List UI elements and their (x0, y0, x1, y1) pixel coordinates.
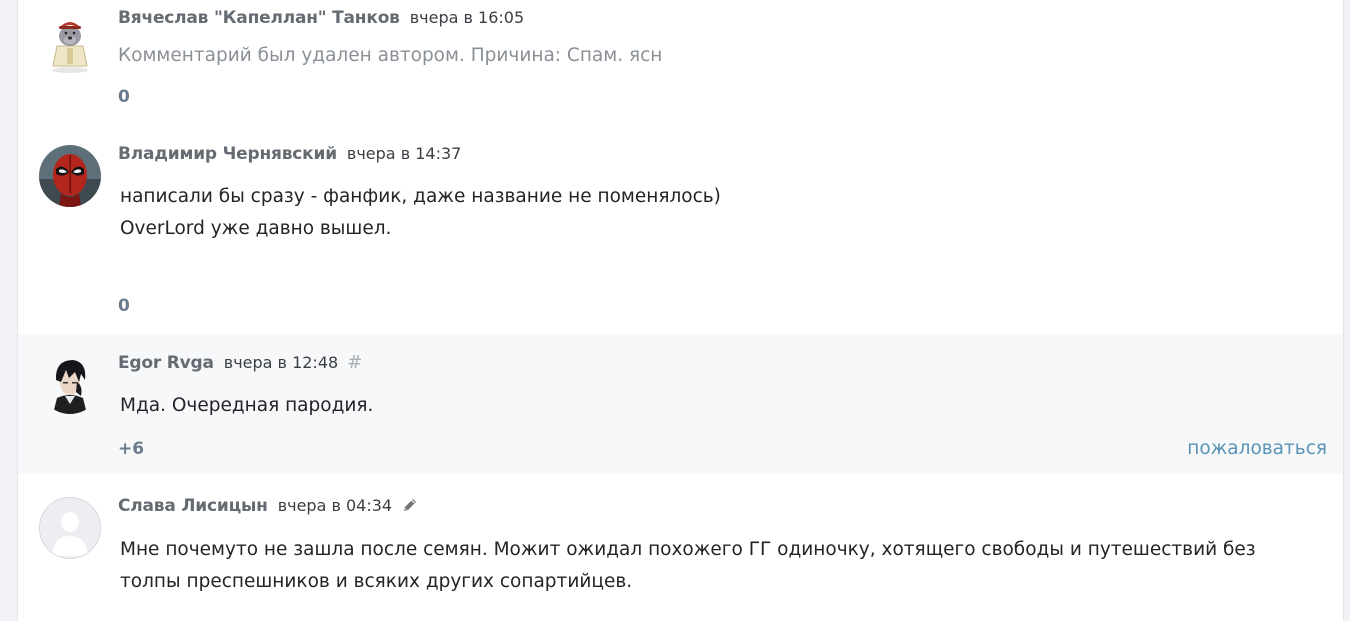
comment-text-line: OverLord уже давно вышел. (120, 218, 392, 239)
permalink-hash[interactable]: # (347, 352, 362, 373)
comment-item: Egor Rvga вчера в 12:48 # Мда. Очередная п… (18, 334, 1343, 474)
report-link[interactable]: пожаловаться (1187, 438, 1327, 459)
rating-value[interactable]: 0 (118, 296, 130, 316)
avatar[interactable] (39, 497, 101, 559)
comments-list: Вячеслав "Капеллан" Танков вчера в 16:05 … (17, 0, 1344, 621)
author-name[interactable]: Владимир Чернявский (118, 144, 337, 164)
comment-date[interactable]: вчера в 04:34 (278, 496, 392, 515)
comment-item: Владимир Чернявский вчера в 14:37 написал… (18, 126, 1343, 334)
comment-text-line: Мне почемуто не зашла после семян. Можит… (120, 539, 1256, 560)
comment-date[interactable]: вчера в 14:37 (347, 144, 461, 163)
avatar[interactable] (39, 352, 101, 414)
comment-text-line: толпы преспешников и всяких других сопар… (120, 571, 633, 592)
author-name[interactable]: Вячеслав "Капеллан" Танков (118, 8, 400, 28)
rating-value[interactable]: +6 (118, 439, 144, 459)
comment-text: Мда. Очередная пародия. (120, 390, 373, 422)
comment-date[interactable]: вчера в 16:05 (410, 8, 524, 27)
comment-text: написали бы сразу - фанфик, даже названи… (120, 181, 721, 245)
avatar[interactable] (39, 145, 101, 207)
comment-text-line: Мда. Очередная пародия. (120, 395, 374, 416)
comment-text-line: написали бы сразу - фанфик, даже названи… (120, 186, 721, 207)
comment-text-line: Комментарий был удален автором. Причина:… (118, 45, 663, 66)
rating-value[interactable]: 0 (118, 87, 130, 107)
comment-item: Слава Лисицын вчера в 04:34 Мне почемуто … (18, 474, 1343, 621)
comment-text: Комментарий был удален автором. Причина:… (118, 40, 662, 72)
comment-text: Мне почемуто не зашла после семян. Можит… (120, 534, 1256, 598)
author-name[interactable]: Egor Rvga (118, 353, 214, 373)
comment-date[interactable]: вчера в 12:48 (224, 353, 338, 372)
comment-item: Вячеслав "Капеллан" Танков вчера в 16:05 … (18, 0, 1343, 126)
author-name[interactable]: Слава Лисицын (118, 496, 268, 516)
pencil-icon[interactable] (402, 497, 418, 519)
avatar[interactable] (39, 12, 101, 74)
